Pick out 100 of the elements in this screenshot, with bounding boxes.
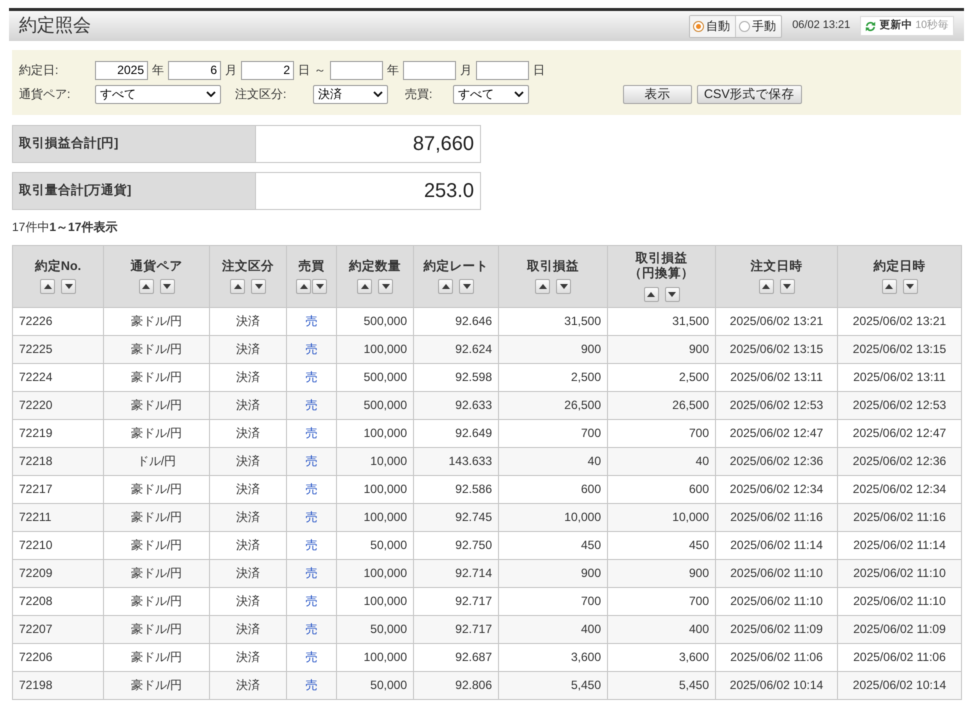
table-cell: 5,450 (608, 672, 716, 700)
field-label: 注文区分: (235, 86, 288, 102)
table-cell: 50,000 (336, 616, 414, 644)
table-cell: 400 (608, 616, 716, 644)
triangle-up-icon (538, 284, 546, 290)
column-title: 約定数量 (349, 258, 401, 274)
table-cell: 2025/06/02 13:15 (838, 336, 962, 364)
table-cell: ドル/円 (104, 448, 210, 476)
table-cell: 売 (286, 448, 336, 476)
table-cell: 3,600 (498, 644, 608, 672)
table-cell: 売 (286, 560, 336, 588)
table-cell: 2025/06/02 11:06 (838, 644, 962, 672)
table-cell: 26,500 (608, 392, 716, 420)
sort-up-button[interactable] (535, 279, 550, 294)
sort-down-button[interactable] (251, 279, 266, 294)
column-title: 通貨ペア (130, 258, 182, 274)
date-input[interactable]: 2 (241, 60, 294, 80)
table-cell: 2025/06/02 11:16 (716, 504, 838, 532)
sort-down-button[interactable] (664, 286, 680, 302)
table-cell: 72217 (12, 476, 104, 504)
table-cell: 決済 (210, 560, 286, 588)
sort-up-button[interactable] (438, 279, 453, 294)
column-title: 約定No. (34, 258, 82, 274)
date-input[interactable]: 6 (168, 60, 221, 80)
date-input[interactable] (476, 60, 529, 80)
table-cell: 豪ドル/円 (104, 616, 210, 644)
table-cell: 2025/06/02 11:10 (838, 560, 962, 588)
triangle-down-icon (462, 284, 470, 290)
field-label: 売買: (405, 86, 434, 102)
triangle-up-icon (442, 284, 450, 290)
triangle-down-icon (316, 284, 324, 290)
unit-label: 年 (152, 62, 164, 78)
sort-down-button[interactable] (459, 279, 474, 294)
sort-up-button[interactable] (357, 279, 372, 294)
sort-up-button[interactable] (138, 279, 154, 294)
table-cell: 72206 (12, 644, 104, 672)
table-cell: 2025/06/02 13:15 (716, 336, 838, 364)
table-cell: 2025/06/02 11:09 (716, 616, 838, 644)
sort-down-button[interactable] (312, 279, 327, 294)
mode-radio-option[interactable]: 自動 (690, 16, 736, 36)
display-button[interactable]: 表示 (623, 84, 692, 104)
table-cell: 900 (498, 336, 608, 364)
sort-down-button[interactable] (902, 279, 918, 294)
table-cell: 92.624 (414, 336, 498, 364)
sort-down-button[interactable] (61, 279, 76, 294)
table-cell: 決済 (210, 532, 286, 560)
csv-save-button[interactable]: CSV形式で保存 (697, 84, 802, 104)
table-cell: 10,000 (608, 504, 716, 532)
table-cell: 豪ドル/円 (104, 364, 210, 392)
sort-up-button[interactable] (230, 279, 245, 294)
table-cell: 2025/06/02 12:53 (716, 392, 838, 420)
triangle-up-icon (762, 284, 770, 290)
sort-down-button[interactable] (556, 279, 571, 294)
table-cell: 2025/06/02 11:16 (838, 504, 962, 532)
table-cell: 2025/06/02 13:11 (716, 364, 838, 392)
dropdown[interactable]: 決済 (313, 84, 388, 104)
sort-down-button[interactable] (780, 279, 794, 294)
sort-up-button[interactable] (882, 279, 896, 294)
table-cell: 決済 (210, 504, 286, 532)
triangle-down-icon (382, 284, 390, 290)
table-cell: 100,000 (336, 336, 414, 364)
table-cell: 92.649 (414, 420, 498, 448)
table-cell: 92.717 (414, 588, 498, 616)
table-cell: 72218 (12, 448, 104, 476)
table-cell: 143.633 (414, 448, 498, 476)
table-cell: 72224 (12, 364, 104, 392)
sort-up-button[interactable] (40, 279, 55, 294)
mode-radio-option[interactable]: 手動 (735, 16, 782, 36)
table-cell: 2,500 (608, 364, 716, 392)
sort-down-button[interactable] (160, 279, 174, 294)
triangle-down-icon (783, 284, 791, 290)
table-cell: 100,000 (336, 420, 414, 448)
chevron-down-icon (206, 91, 216, 97)
table-cell: 2025/06/02 10:14 (716, 672, 838, 700)
dropdown[interactable]: すべて (95, 84, 221, 104)
table-cell: 500,000 (336, 392, 414, 420)
column-title: 約定日時 (874, 258, 926, 274)
triangle-down-icon (64, 284, 72, 290)
date-input[interactable]: 2025 (95, 60, 148, 80)
sort-up-button[interactable] (644, 286, 658, 302)
table-cell: 2025/06/02 13:21 (716, 308, 838, 336)
table-cell: 450 (608, 532, 716, 560)
table-cell: 売 (286, 588, 336, 616)
table-cell: 売 (286, 420, 336, 448)
sort-up-button[interactable] (296, 279, 311, 294)
dropdown[interactable]: すべて (453, 84, 529, 104)
range-separator: ～ (314, 62, 326, 78)
table-cell: 決済 (210, 420, 286, 448)
table-cell: 92.717 (414, 616, 498, 644)
date-input[interactable] (330, 60, 383, 80)
sort-up-button[interactable] (758, 279, 774, 294)
sort-down-button[interactable] (378, 279, 393, 294)
table-cell: 豪ドル/円 (104, 588, 210, 616)
table-cell: 売 (286, 504, 336, 532)
table-cell: 92.646 (414, 308, 498, 336)
table-cell: 豪ドル/円 (104, 392, 210, 420)
table-cell: 2025/06/02 12:34 (838, 476, 962, 504)
date-input[interactable] (403, 60, 456, 80)
table-cell: 2025/06/02 11:09 (838, 616, 962, 644)
unit-label: 月 (225, 62, 237, 78)
